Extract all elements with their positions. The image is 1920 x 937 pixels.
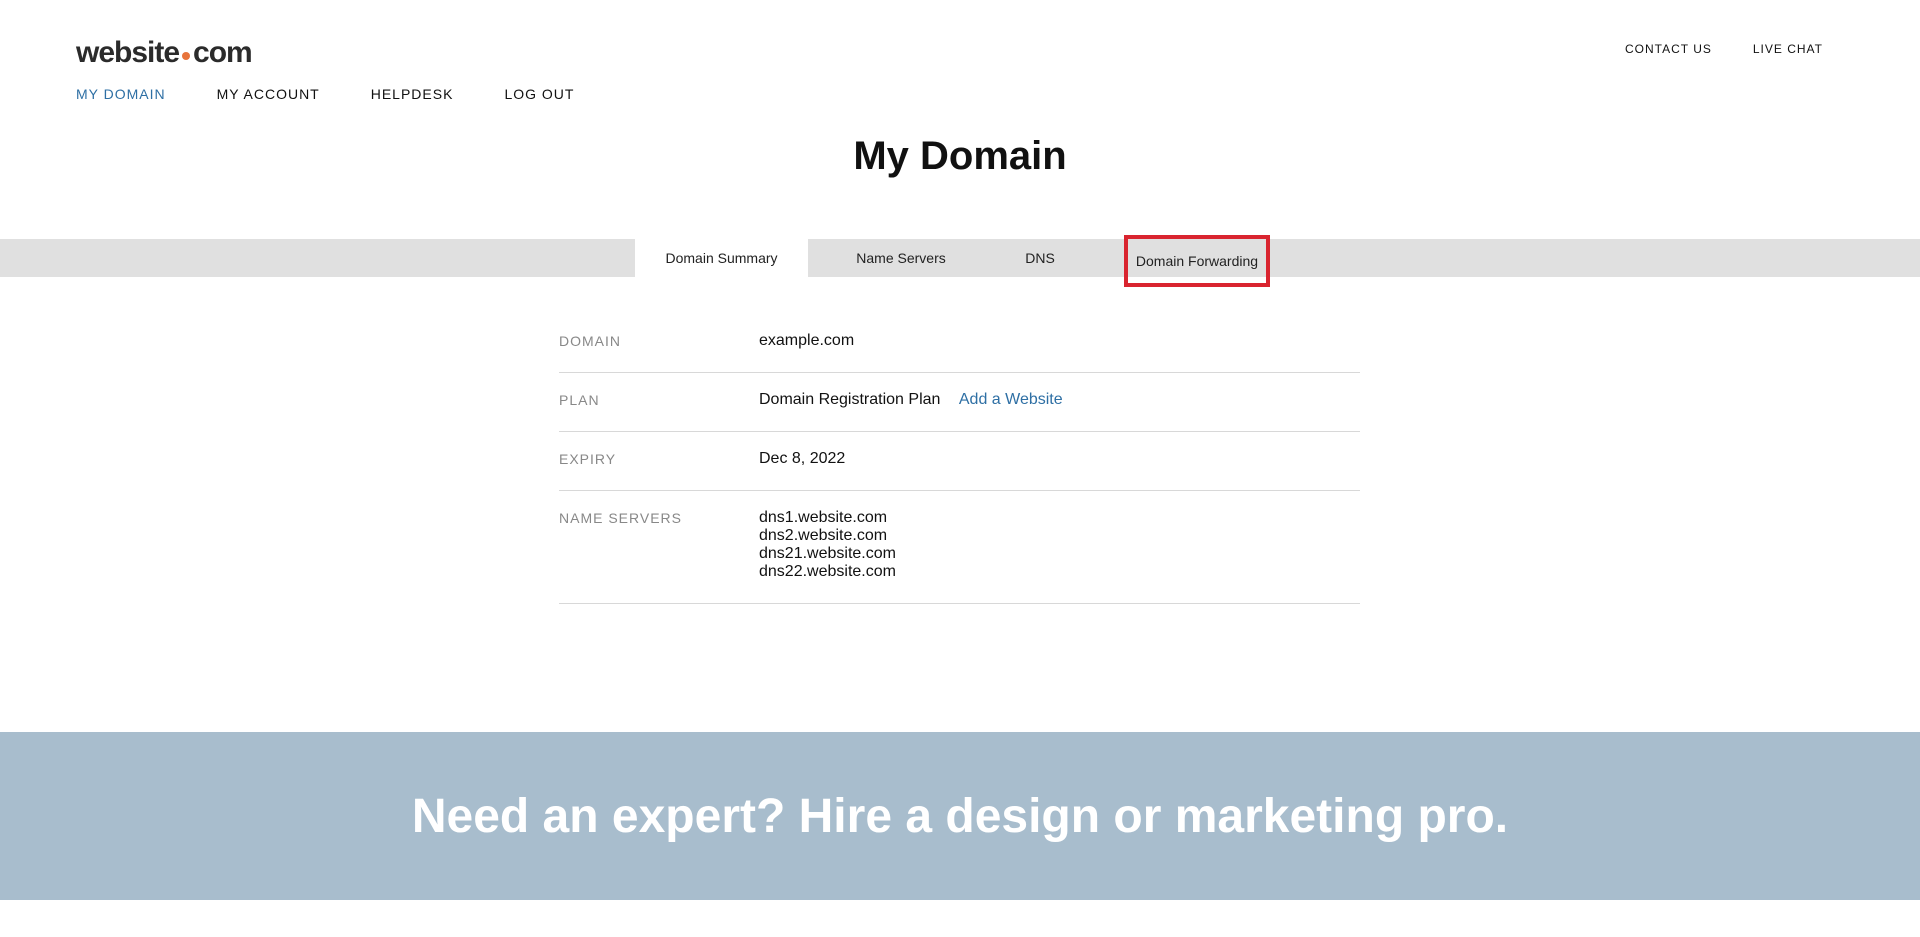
name-server-item: dns22.website.com bbox=[759, 563, 896, 580]
site-logo[interactable]: website com bbox=[76, 36, 253, 70]
logo-text-right: com bbox=[193, 36, 253, 69]
page: website com MY DOMAIN MY ACCOUNT HELPDES… bbox=[0, 0, 1920, 937]
nav-my-account[interactable]: MY ACCOUNT bbox=[217, 86, 320, 102]
nav-log-out[interactable]: LOG OUT bbox=[504, 86, 574, 102]
main-nav: MY DOMAIN MY ACCOUNT HELPDESK LOG OUT bbox=[76, 86, 625, 102]
plan-value: Domain Registration Plan bbox=[759, 391, 941, 408]
name-server-item: dns2.website.com bbox=[759, 527, 888, 544]
nav-my-domain[interactable]: MY DOMAIN bbox=[76, 86, 166, 102]
nav-helpdesk[interactable]: HELPDESK bbox=[371, 86, 454, 102]
domain-label: DOMAIN bbox=[559, 333, 621, 349]
summary-row-domain: DOMAIN example.com bbox=[559, 314, 1360, 373]
domain-summary-table: DOMAIN example.com PLAN Domain Registrat… bbox=[559, 314, 1360, 604]
hire-expert-banner[interactable]: Need an expert? Hire a design or marketi… bbox=[0, 732, 1920, 900]
summary-row-name-servers: NAME SERVERS dns1.website.com dns2.websi… bbox=[559, 491, 1360, 604]
contact-us-link[interactable]: CONTACT US bbox=[1625, 42, 1712, 56]
add-website-link[interactable]: Add a Website bbox=[959, 391, 1063, 408]
expiry-label: EXPIRY bbox=[559, 451, 617, 467]
plan-cell: Domain Registration Plan Add a Website bbox=[759, 391, 1063, 409]
tab-dns[interactable]: DNS bbox=[1000, 239, 1080, 277]
tab-domain-forwarding[interactable]: Domain Forwarding bbox=[1124, 235, 1270, 287]
name-servers-list: dns1.website.com dns2.website.com dns21.… bbox=[759, 509, 896, 581]
tab-name-servers[interactable]: Name Servers bbox=[838, 239, 964, 277]
logo-text-left: website bbox=[76, 36, 180, 69]
summary-row-plan: PLAN Domain Registration Plan Add a Webs… bbox=[559, 373, 1360, 432]
tab-domain-summary[interactable]: Domain Summary bbox=[635, 239, 808, 277]
utility-nav: CONTACT US LIVE CHAT bbox=[1584, 42, 1823, 56]
domain-value: example.com bbox=[759, 332, 855, 349]
tab-strip: Domain Summary Name Servers DNS Domain F… bbox=[0, 235, 1920, 287]
name-server-item: dns21.website.com bbox=[759, 545, 896, 562]
expiry-value: Dec 8, 2022 bbox=[759, 450, 846, 467]
page-title: My Domain bbox=[853, 134, 1067, 178]
plan-label: PLAN bbox=[559, 392, 600, 408]
banner-text: Need an expert? Hire a design or marketi… bbox=[411, 789, 1509, 843]
logo-dot-icon bbox=[182, 52, 191, 60]
name-server-item: dns1.website.com bbox=[759, 509, 888, 526]
summary-row-expiry: EXPIRY Dec 8, 2022 bbox=[559, 432, 1360, 491]
live-chat-link[interactable]: LIVE CHAT bbox=[1753, 42, 1823, 56]
name-servers-label: NAME SERVERS bbox=[559, 510, 682, 526]
